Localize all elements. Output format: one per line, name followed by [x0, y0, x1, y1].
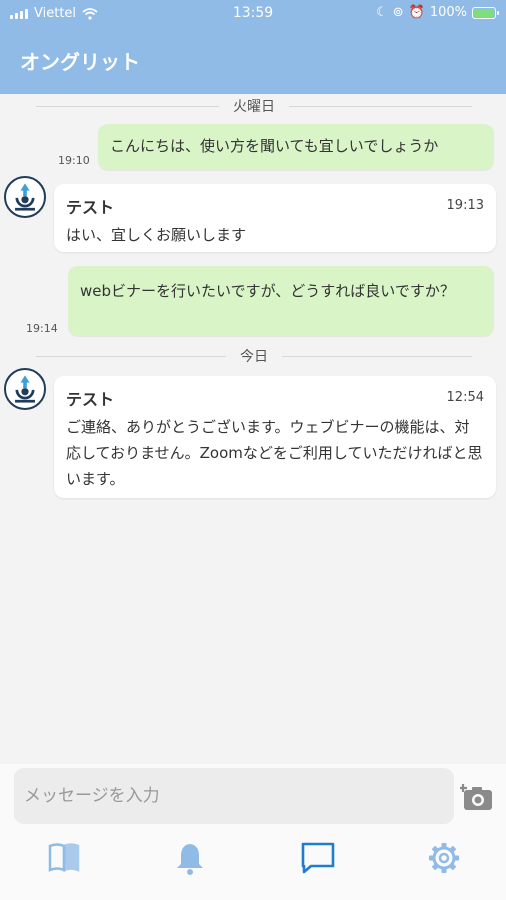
- avatar-logo-icon: [6, 178, 44, 216]
- sender-name: テスト: [66, 198, 115, 217]
- incoming-message-card[interactable]: テスト 12:54 ご連絡、ありがとうございます。ウェブビナーの機能は、対応して…: [54, 376, 496, 498]
- incoming-message-card[interactable]: テスト 19:13 はい、宜しくお願いします: [54, 184, 496, 252]
- chat-icon: [301, 842, 335, 874]
- page-title: オングリット: [20, 50, 140, 74]
- message-time: 19:14: [26, 322, 58, 335]
- status-right: ☾ ⊚ ⏰ 100%: [376, 5, 499, 20]
- avatar-logo-icon: [6, 370, 44, 408]
- message-text: はい、宜しくお願いします: [66, 226, 247, 244]
- outgoing-message-bubble[interactable]: webビナーを行いたいですが、どうすれば良いですか？: [68, 266, 494, 336]
- tab-notifications[interactable]: [170, 838, 210, 878]
- camera-icon[interactable]: [460, 782, 494, 812]
- date-separator-label: 今日: [240, 349, 268, 365]
- message-time: 19:10: [58, 154, 90, 167]
- status-bar: Viettel 13:59 ☾ ⊚ ⏰ 100%: [0, 0, 506, 28]
- bell-icon: [177, 844, 203, 875]
- date-separator: 今日: [36, 346, 472, 366]
- lock-rotation-icon: ⊚: [392, 5, 404, 20]
- chat-area[interactable]: 火曜日 19:10 こんにちは、使い方を聞いても宜しいでしょうか テスト 19:…: [0, 94, 506, 764]
- date-separator-label: 火曜日: [233, 99, 275, 115]
- alarm-icon: ⏰: [408, 5, 425, 20]
- moon-icon: ☾: [376, 5, 388, 20]
- outgoing-message-bubble[interactable]: こんにちは、使い方を聞いても宜しいでしょうか: [98, 124, 494, 170]
- nav-bar: オングリット: [0, 28, 506, 94]
- tab-settings[interactable]: [424, 838, 464, 878]
- message-input[interactable]: [14, 768, 454, 824]
- battery-label: 100%: [429, 5, 467, 20]
- avatar[interactable]: [4, 368, 46, 410]
- avatar[interactable]: [4, 176, 46, 218]
- battery-icon: [472, 6, 499, 19]
- message-time: 12:54: [446, 390, 484, 405]
- gear-icon: [429, 843, 459, 873]
- sender-name: テスト: [66, 390, 115, 409]
- date-separator: 火曜日: [36, 96, 472, 116]
- tab-book[interactable]: [44, 838, 84, 878]
- message-text: ご連絡、ありがとうございます。ウェブビナーの機能は、対応しておりません。Zoom…: [66, 418, 483, 488]
- tab-chat[interactable]: [298, 838, 338, 878]
- message-input-bar: [0, 764, 506, 828]
- tab-bar: [0, 828, 506, 900]
- message-time: 19:13: [446, 198, 484, 213]
- book-icon: [48, 843, 80, 872]
